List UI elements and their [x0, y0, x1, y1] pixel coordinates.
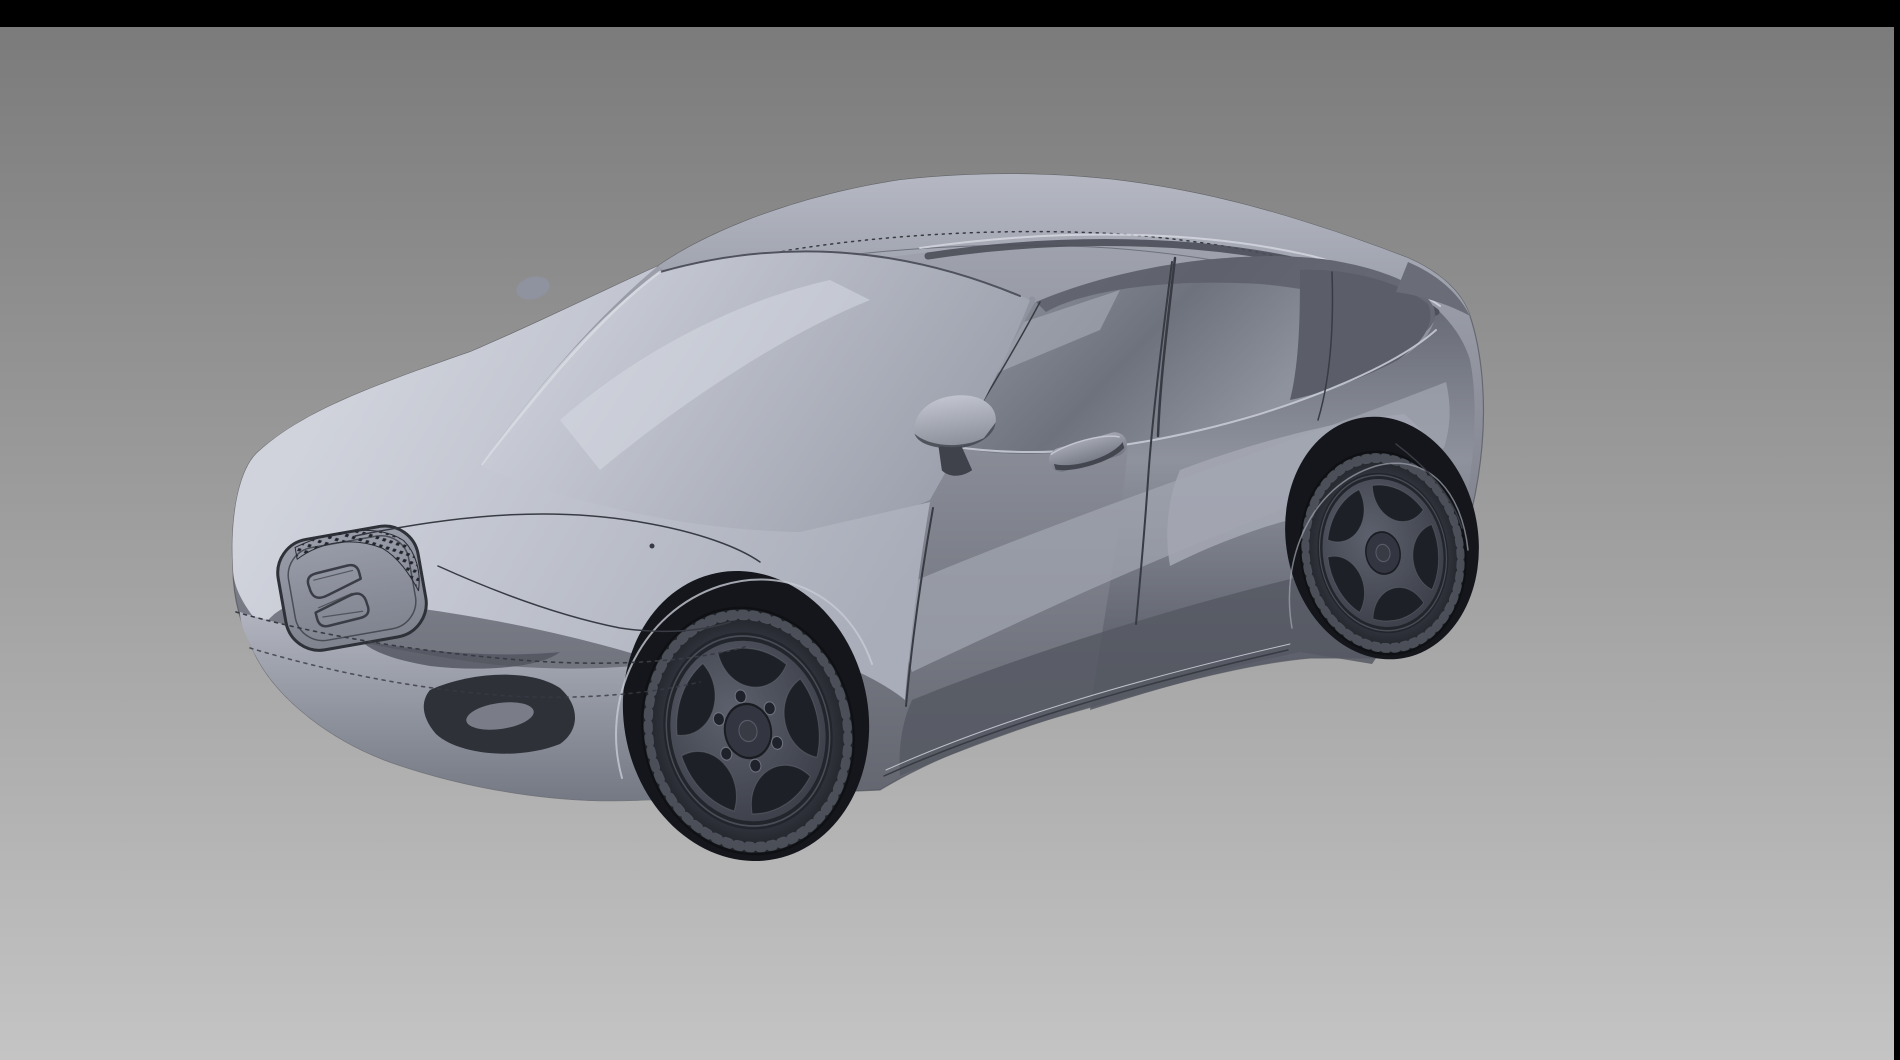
- cowl-detail-dot: [650, 544, 655, 549]
- cad-3d-viewport[interactable]: [0, 0, 1900, 1060]
- top-letterbox-bar: [0, 0, 1900, 27]
- right-letterbox-bar: [1894, 0, 1900, 1060]
- app-window: [0, 0, 1900, 1060]
